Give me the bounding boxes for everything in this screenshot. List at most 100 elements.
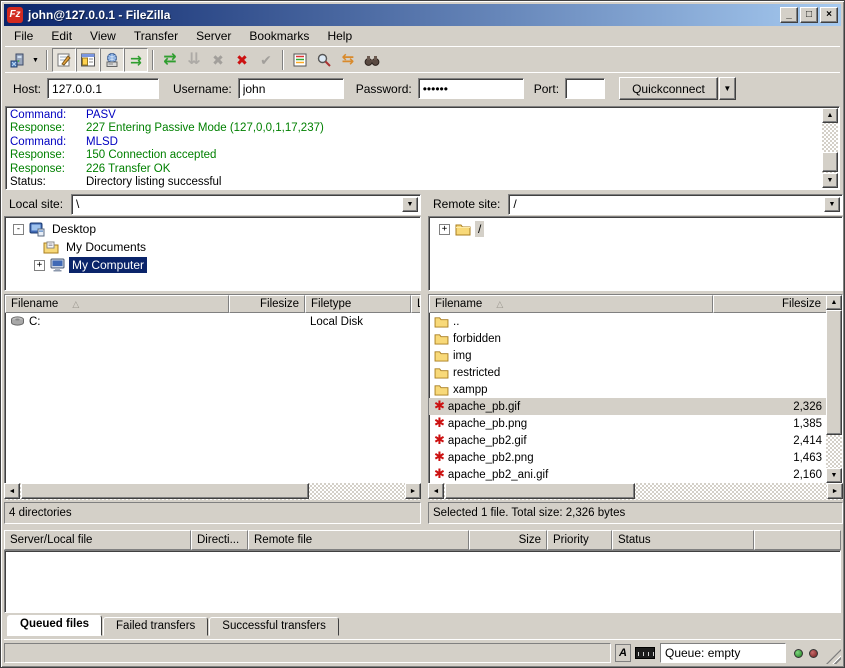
column-priority[interactable]: Priority — [547, 530, 612, 550]
resize-grip[interactable] — [826, 649, 841, 664]
local-site-label: Local site: — [4, 197, 71, 211]
remote-site-combo[interactable]: / ▼ — [508, 194, 843, 215]
tab-successful-transfers[interactable]: Successful transfers — [209, 617, 339, 636]
remote-horizontal-scrollbar[interactable]: ◄ ► — [428, 483, 843, 500]
cancel-button[interactable]: ✖ — [206, 48, 230, 72]
column-filetype[interactable]: Filetype — [305, 295, 411, 313]
scroll-left-icon[interactable]: ◄ — [4, 483, 20, 499]
speed-limits-icon[interactable] — [635, 647, 655, 659]
file-row-selected[interactable]: ✱apache_pb.gif 2,326 — [429, 398, 827, 415]
pane-splitter[interactable] — [421, 193, 428, 524]
combo-arrow-icon[interactable]: ▼ — [824, 197, 840, 212]
reconnect-icon: ✔ — [260, 53, 272, 67]
data-type-icon[interactable]: A — [615, 644, 631, 662]
menu-file[interactable]: File — [5, 27, 42, 45]
file-row[interactable]: img — [429, 347, 827, 364]
collapse-icon[interactable]: - — [13, 224, 24, 235]
remote-tree[interactable]: + / — [428, 216, 843, 291]
column-direction[interactable]: Directi... — [191, 530, 248, 550]
file-row[interactable]: ✱apache_pb2.gif 2,414 — [429, 432, 827, 449]
expand-icon[interactable]: + — [439, 224, 450, 235]
filter-button[interactable] — [288, 48, 312, 72]
log-scrollbar[interactable]: ▲ ▼ — [822, 108, 838, 188]
close-button[interactable]: × — [820, 7, 838, 23]
file-row[interactable]: C: Local Disk — [5, 313, 420, 330]
tree-item-desktop[interactable]: - Desktop — [5, 220, 420, 238]
file-row[interactable]: ✱apache_pb2.png 1,463 — [429, 449, 827, 466]
column-filename[interactable]: Filename△ — [5, 295, 229, 313]
scroll-left-icon[interactable]: ◄ — [428, 483, 444, 499]
tab-queued-files[interactable]: Queued files — [7, 615, 102, 636]
process-queue-button[interactable]: ⇊ — [182, 48, 206, 72]
quickconnect-button[interactable]: Quickconnect — [619, 77, 718, 100]
file-row[interactable]: xampp — [429, 381, 827, 398]
directory-comparison-button[interactable] — [360, 48, 384, 72]
password-input[interactable] — [418, 78, 524, 99]
file-row[interactable]: forbidden — [429, 330, 827, 347]
file-search-button[interactable] — [312, 48, 336, 72]
menu-view[interactable]: View — [81, 27, 125, 45]
tab-failed-transfers[interactable]: Failed transfers — [103, 617, 208, 636]
scrollbar-thumb[interactable] — [445, 483, 635, 499]
send-activity-led — [809, 649, 818, 658]
port-input[interactable] — [565, 78, 605, 99]
combo-arrow-icon[interactable]: ▼ — [402, 197, 418, 212]
local-file-list[interactable]: Filename△ Filesize Filetype L C: — [4, 294, 421, 484]
column-status[interactable]: Status — [612, 530, 754, 550]
site-manager-dropdown[interactable]: ▼ — [29, 49, 42, 71]
tree-item-my-documents[interactable]: My Documents — [5, 238, 420, 256]
local-tree[interactable]: - Desktop — [4, 216, 421, 291]
disconnect-button[interactable]: ✖ — [230, 48, 254, 72]
scrollbar-thumb[interactable] — [822, 152, 838, 172]
title-bar[interactable]: Fz john@127.0.0.1 - FileZilla _ □ × — [4, 4, 841, 26]
menu-transfer[interactable]: Transfer — [125, 27, 187, 45]
queue-body[interactable] — [4, 550, 841, 613]
maximize-button[interactable]: □ — [800, 7, 818, 23]
tree-item-root[interactable]: + / — [429, 220, 842, 238]
local-horizontal-scrollbar[interactable]: ◄ ► — [4, 483, 421, 500]
file-row[interactable]: .. — [429, 313, 827, 330]
scroll-up-icon[interactable]: ▲ — [822, 108, 838, 123]
file-row[interactable]: ✱apache_pb2_ani.gif 2,160 — [429, 466, 827, 483]
column-remote-file[interactable]: Remote file — [248, 530, 469, 550]
username-input[interactable] — [238, 78, 344, 99]
column-server-local-file[interactable]: Server/Local file — [4, 530, 191, 550]
toggle-remote-tree-button[interactable] — [100, 48, 124, 72]
reconnect-button[interactable]: ✔ — [254, 48, 278, 72]
scroll-down-icon[interactable]: ▼ — [822, 173, 838, 188]
scrollbar-thumb[interactable] — [826, 310, 842, 435]
log-line: Response:150 Connection accepted — [10, 149, 819, 162]
toggle-message-log-button[interactable] — [52, 48, 76, 72]
queue-toggle-icon: ⇉ — [130, 53, 142, 67]
minimize-button[interactable]: _ — [780, 7, 798, 23]
scroll-right-icon[interactable]: ► — [405, 483, 421, 499]
column-filename[interactable]: Filename△ — [429, 295, 713, 313]
scroll-right-icon[interactable]: ► — [827, 483, 843, 499]
quickconnect-dropdown[interactable]: ▼ — [719, 77, 736, 100]
menu-bookmarks[interactable]: Bookmarks — [240, 27, 318, 45]
menu-edit[interactable]: Edit — [42, 27, 81, 45]
scrollbar-thumb[interactable] — [21, 483, 309, 499]
toggle-local-tree-button[interactable] — [76, 48, 100, 72]
remote-list-scrollbar[interactable]: ▲ ▼ — [826, 295, 842, 483]
menu-help[interactable]: Help — [318, 27, 361, 45]
column-size[interactable]: Size — [469, 530, 547, 550]
tree-item-my-computer[interactable]: + My Computer — [5, 256, 420, 274]
refresh-button[interactable]: ⇄ — [158, 48, 182, 72]
file-row[interactable]: ✱apache_pb.png 1,385 — [429, 415, 827, 432]
column-last-modified[interactable]: L — [411, 295, 421, 313]
scroll-down-icon[interactable]: ▼ — [826, 468, 842, 483]
expand-icon[interactable]: + — [34, 260, 45, 271]
host-input[interactable] — [47, 78, 159, 99]
local-site-combo[interactable]: \ ▼ — [71, 194, 421, 215]
site-manager-button[interactable] — [5, 48, 29, 72]
scroll-up-icon[interactable]: ▲ — [826, 295, 842, 310]
column-filesize[interactable]: Filesize — [713, 295, 827, 313]
synchronized-browsing-button[interactable]: ⇆ — [336, 48, 360, 72]
toggle-queue-button[interactable]: ⇉ — [124, 48, 148, 72]
file-row[interactable]: restricted — [429, 364, 827, 381]
menu-server[interactable]: Server — [187, 27, 240, 45]
column-filesize[interactable]: Filesize — [229, 295, 305, 313]
remote-file-list[interactable]: Filename△ Filesize .. forbidden img rest… — [428, 294, 843, 484]
message-log[interactable]: Command:PASV Response:227 Entering Passi… — [5, 106, 840, 190]
